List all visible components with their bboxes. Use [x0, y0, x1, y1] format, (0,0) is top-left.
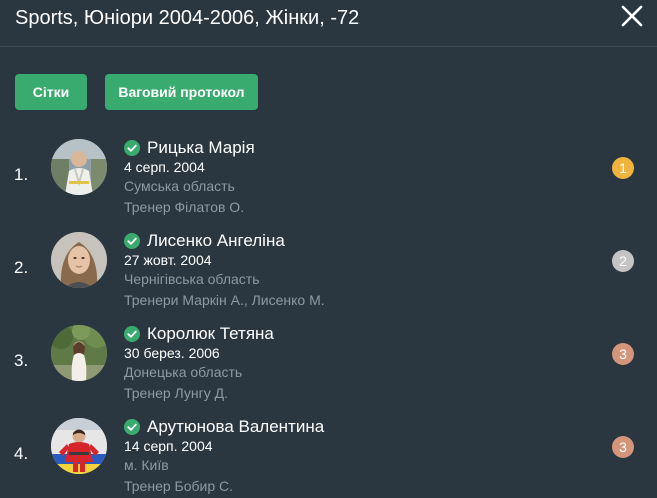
place-badge: 2 [612, 250, 634, 272]
athlete-birthdate: 14 серп. 2004 [124, 438, 213, 454]
athlete-region: м. Київ [124, 457, 169, 473]
athlete-rank: 2. [14, 258, 29, 277]
athlete-row[interactable]: 4. Арутюнова Валентина 14 серп. 2004 м. … [0, 416, 657, 498]
athlete-coach: Тренер Бобир С. [124, 478, 234, 494]
athlete-rank: 4. [14, 444, 29, 463]
results-modal: Sports, Юніори 2004-2006, Жінки, -72 Сіт… [0, 0, 657, 498]
athlete-region: Донецька область [124, 364, 243, 380]
athlete-name[interactable]: Рицька Марія [147, 137, 255, 159]
athlete-coach: Тренер Лунгу Д. [124, 385, 228, 401]
place-badge: 3 [612, 436, 634, 458]
close-icon[interactable] [620, 4, 644, 28]
place-badge: 3 [612, 343, 634, 365]
verified-check-icon [124, 233, 140, 249]
place-badge: 1 [612, 157, 634, 179]
verified-check-icon [124, 419, 140, 435]
athlete-name[interactable]: Лисенко Ангеліна [147, 230, 285, 252]
athlete-name[interactable]: Арутюнова Валентина [147, 416, 324, 438]
athlete-row[interactable]: 3. Королюк Тетяна 30 берез. 2006 Донецьк… [0, 323, 657, 413]
athlete-region: Чернігівська область [124, 271, 260, 287]
weigh-protocol-button[interactable]: Ваговий протокол [105, 74, 258, 110]
athlete-row[interactable]: 1. Рицька Марія 4 серп. 2004 Сумська обл… [0, 137, 657, 227]
modal-header: Sports, Юніори 2004-2006, Жінки, -72 [0, 0, 657, 47]
athlete-name[interactable]: Королюк Тетяна [147, 323, 274, 345]
athlete-coach: Тренери Маркін А., Лисенко М. [124, 292, 325, 308]
athlete-avatar [51, 232, 107, 288]
grids-button[interactable]: Сітки [15, 74, 87, 110]
verified-check-icon [124, 140, 140, 156]
athlete-avatar [51, 139, 107, 195]
athlete-coach: Тренер Філатов О. [124, 199, 245, 215]
athlete-avatar [51, 418, 107, 474]
athlete-rank: 1. [14, 165, 29, 184]
athlete-avatar [51, 325, 107, 381]
athlete-birthdate: 4 серп. 2004 [124, 159, 205, 175]
athlete-birthdate: 27 жовт. 2004 [124, 252, 212, 268]
athlete-birthdate: 30 берез. 2006 [124, 345, 220, 361]
modal-title: Sports, Юніори 2004-2006, Жінки, -72 [15, 7, 360, 29]
athlete-rank: 3. [14, 351, 29, 370]
athlete-row[interactable]: 2. Лисенко Ангеліна 27 жовт. 2004 Черніг… [0, 230, 657, 320]
athlete-region: Сумська область [124, 178, 235, 194]
verified-check-icon [124, 326, 140, 342]
